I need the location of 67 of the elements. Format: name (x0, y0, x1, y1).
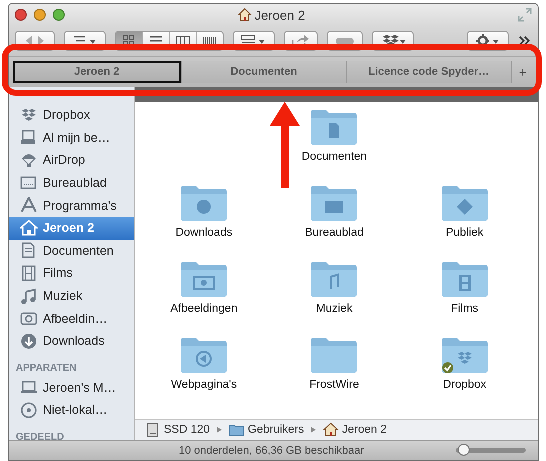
tab[interactable]: Documenten (181, 61, 346, 83)
folder-icon (309, 335, 360, 375)
sidebar-section-header: GEDEELD (15, 430, 66, 440)
file-label[interactable]: Bureaublad (305, 227, 364, 239)
sidebar-item[interactable]: Al mijn be… (9, 126, 134, 150)
desktop-icon (20, 174, 38, 192)
sidebar-item[interactable]: Programma's (9, 194, 134, 217)
path-segment[interactable]: SSD 120 (145, 422, 210, 438)
drive-icon (145, 422, 161, 438)
file-label[interactable]: Publiek (446, 227, 484, 239)
new-tab-button[interactable]: + (511, 61, 534, 83)
disc-icon (20, 402, 38, 419)
path-segment[interactable]: Gebruikers (229, 422, 304, 438)
home-icon (238, 8, 252, 22)
close-button[interactable] (15, 9, 27, 21)
home-icon (323, 422, 340, 438)
path-segment[interactable]: Jeroen 2 (323, 422, 388, 438)
file-label[interactable]: FrostWire (310, 379, 360, 391)
film-icon (20, 264, 38, 282)
sidebar-item[interactable]: Dropbox (9, 104, 134, 127)
sidebar-item[interactable]: Films (9, 262, 134, 285)
music-note-icon (20, 288, 38, 305)
camera-icon (20, 310, 38, 328)
pictures-folder-icon (179, 259, 230, 299)
file-label[interactable]: Downloads (176, 227, 233, 239)
chevron-icon (216, 426, 224, 434)
laptop-icon (20, 379, 38, 396)
file-label[interactable]: Muziek (316, 303, 353, 315)
window-title: Jeroen 2 (254, 8, 306, 22)
home-icon (20, 220, 38, 237)
download-folder-icon (179, 183, 230, 223)
minimize-button[interactable] (34, 9, 46, 21)
overflow-chevron-icon (518, 35, 532, 47)
tab[interactable]: Licence code Spyder… (346, 61, 511, 83)
file-stack-icon (20, 129, 38, 146)
sidebar-item[interactable]: Jeroen 2 (9, 216, 134, 240)
download-icon (20, 332, 38, 350)
status-text: 10 onderdelen, 66,36 GB beschikbaar (179, 444, 366, 456)
parachute-icon (20, 152, 38, 169)
dropbox-icon (20, 106, 38, 124)
file-label[interactable]: Documenten (302, 151, 368, 163)
file-label[interactable]: Dropbox (443, 379, 487, 391)
sidebar-item[interactable]: Niet-lokal… (9, 399, 134, 422)
sidebar-item[interactable]: AirDrop (9, 149, 134, 172)
fullscreen-icon (518, 8, 532, 22)
sites-folder-icon (179, 335, 230, 375)
music-folder-icon (309, 259, 360, 299)
zoom-button[interactable] (53, 9, 65, 21)
file-label[interactable]: Films (451, 303, 479, 315)
dropbox-folder-icon (440, 335, 490, 375)
slider-thumb[interactable] (458, 444, 470, 456)
sidebar-item[interactable]: Downloads (9, 330, 134, 353)
sidebar-section-header: APPARATEN (15, 362, 78, 376)
letter-a-icon (20, 197, 38, 214)
tab[interactable]: Jeroen 2 (13, 61, 181, 83)
desktop-folder-icon (309, 183, 360, 223)
file-label[interactable]: Webpagina's (171, 379, 238, 391)
file-label[interactable]: Afbeeldingen (170, 303, 238, 315)
sidebar-item[interactable]: Afbeeldin… (9, 307, 134, 330)
sidebar-item[interactable]: Muziek (9, 284, 134, 308)
public-folder-icon (440, 183, 490, 223)
document-folder-icon (309, 107, 360, 147)
sidebar-item[interactable]: Bureaublad (9, 172, 134, 194)
sidebar-item[interactable]: Jeroen's M… (9, 376, 134, 400)
movies-folder-icon (440, 259, 490, 299)
chevron-icon (310, 426, 318, 434)
sidebar-item[interactable]: Documenten (9, 240, 134, 262)
